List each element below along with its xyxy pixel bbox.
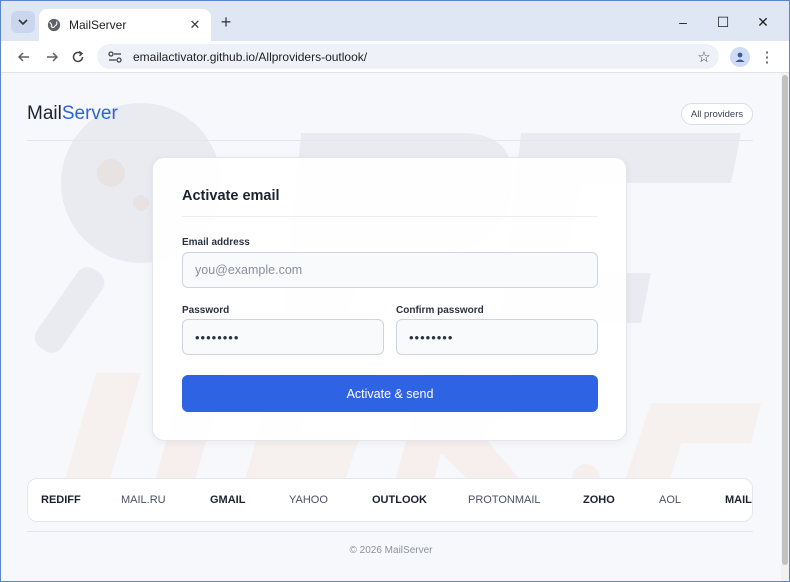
email-label: Email address xyxy=(182,237,250,248)
provider-item[interactable]: REDIFF xyxy=(41,494,81,506)
provider-strip: REDIFF MAIL.RU GMAIL YAHOO OUTLOOK PROTO… xyxy=(27,478,753,522)
web-page: MailServer All providers Activate email … xyxy=(1,73,781,581)
site-info-icon xyxy=(108,50,122,63)
back-button[interactable] xyxy=(13,46,35,68)
confirm-password-field[interactable]: •••••••• xyxy=(396,319,598,355)
provider-item[interactable]: AOL xyxy=(659,494,681,506)
confirm-password-label: Confirm password xyxy=(396,305,484,316)
tab-title: MailServer xyxy=(69,18,127,32)
provider-item[interactable]: PROTONMAIL xyxy=(468,494,541,506)
forward-button[interactable] xyxy=(41,46,63,68)
site-info-button[interactable] xyxy=(107,49,123,65)
password-field[interactable]: •••••••• xyxy=(182,319,384,355)
password-label: Password xyxy=(182,305,230,316)
globe-icon xyxy=(47,18,61,32)
reload-button[interactable] xyxy=(67,46,89,68)
scrollbar-thumb[interactable] xyxy=(782,75,788,565)
provider-item[interactable]: YAHOO xyxy=(289,494,328,506)
provider-item[interactable]: OUTLOOK xyxy=(372,494,427,506)
email-field[interactable]: you@example.com xyxy=(182,252,598,288)
window-controls: – ☐ ✕ xyxy=(663,9,783,35)
bookmark-star-icon[interactable]: ☆ xyxy=(695,48,713,66)
page-scrollbar[interactable] xyxy=(781,73,789,581)
provider-item[interactable]: GMAIL xyxy=(210,494,245,506)
reload-icon xyxy=(72,50,84,63)
address-bar[interactable]: emailactivator.github.io/Allproviders-ou… xyxy=(97,44,719,69)
close-window-button[interactable]: ✕ xyxy=(743,9,783,35)
back-arrow-icon xyxy=(17,52,29,62)
site-logo[interactable]: MailServer xyxy=(27,103,118,125)
activation-form-card: Activate email Email address you@example… xyxy=(152,157,627,441)
tab-search-button[interactable] xyxy=(11,11,35,33)
more-menu-icon[interactable]: ⋮ xyxy=(759,46,775,68)
provider-item[interactable]: MAIL xyxy=(725,494,752,506)
url-text: emailactivator.github.io/Allproviders-ou… xyxy=(133,49,368,64)
forward-arrow-icon xyxy=(47,52,59,62)
browser-window: MailServer ✕ + – ☐ ✕ emailactivator.gith… xyxy=(0,0,790,582)
logo-text-part1: Mail xyxy=(27,103,62,124)
all-providers-button[interactable]: All providers xyxy=(681,103,753,125)
new-tab-button[interactable]: + xyxy=(217,12,235,32)
footer-divider xyxy=(27,531,753,532)
tab-strip: MailServer ✕ + – ☐ ✕ xyxy=(1,1,789,41)
form-title: Activate email xyxy=(182,188,280,204)
maximize-button[interactable]: ☐ xyxy=(703,9,743,35)
profile-button[interactable] xyxy=(730,47,750,67)
logo-text-part2: Server xyxy=(61,103,118,124)
profile-icon xyxy=(735,52,745,62)
tab-search-icon xyxy=(18,18,28,25)
activate-send-button[interactable]: Activate & send xyxy=(182,375,598,412)
provider-item[interactable]: MAIL.RU xyxy=(121,494,166,506)
active-tab[interactable]: MailServer ✕ xyxy=(39,9,211,41)
browser-toolbar: emailactivator.github.io/Allproviders-ou… xyxy=(1,41,789,73)
footer-copyright: © 2026 MailServer xyxy=(349,545,433,556)
minimize-button[interactable]: – xyxy=(663,9,703,35)
header-divider xyxy=(27,140,753,141)
provider-item[interactable]: ZOHO xyxy=(583,494,615,506)
form-title-divider xyxy=(182,216,598,217)
tab-close-icon[interactable]: ✕ xyxy=(187,17,203,33)
